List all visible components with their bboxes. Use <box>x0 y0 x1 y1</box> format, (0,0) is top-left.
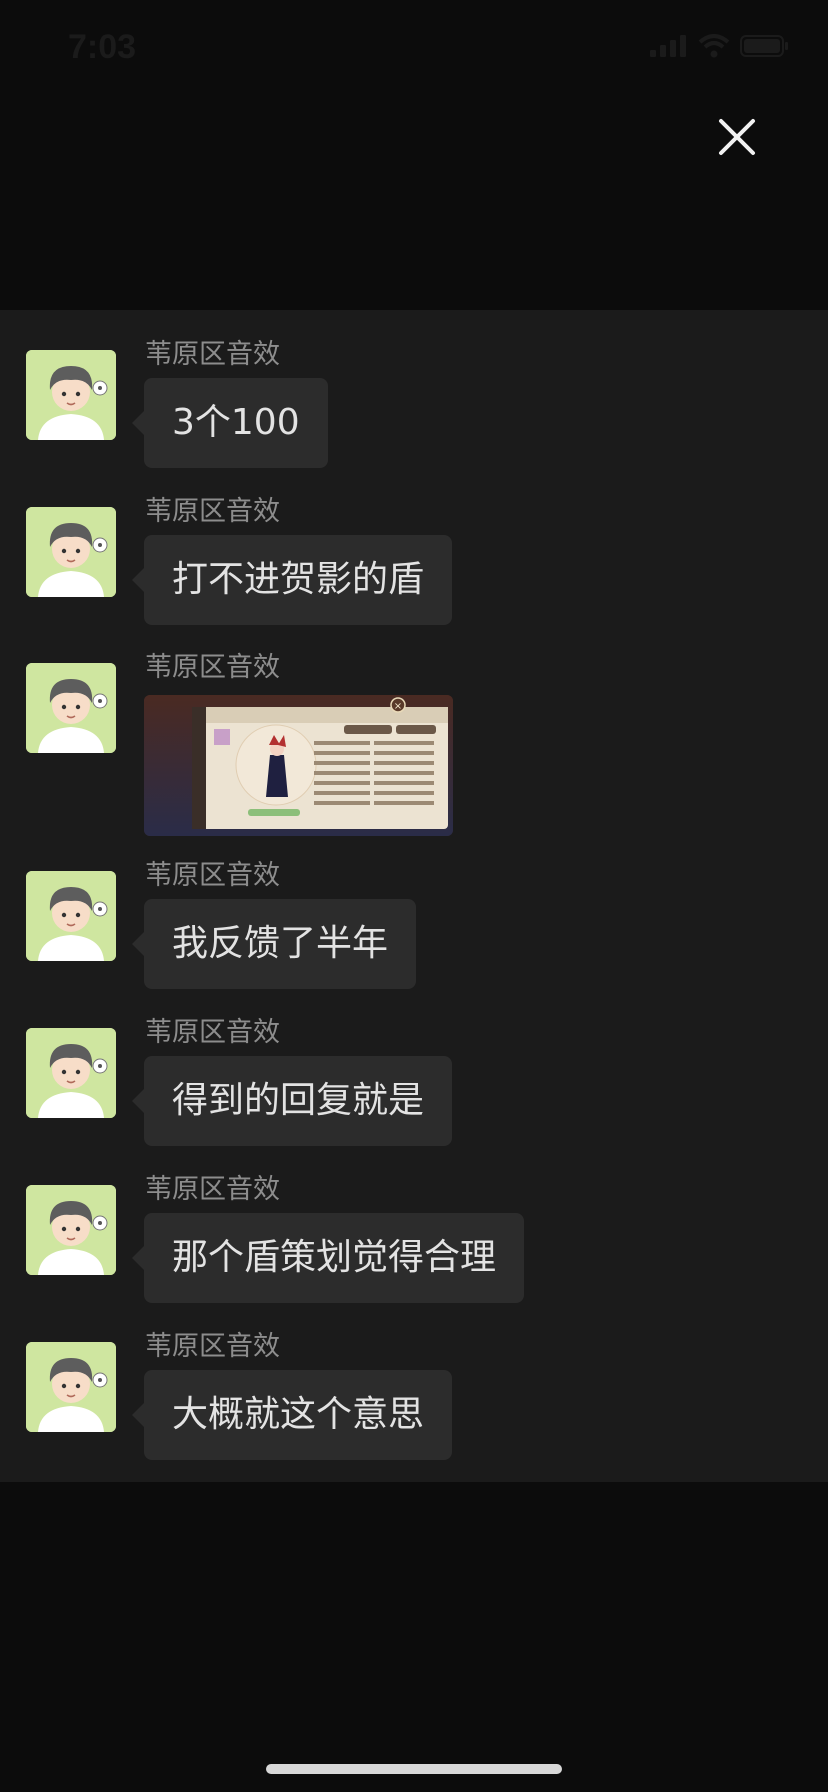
cartoon-boy-avatar[interactable] <box>26 1185 116 1275</box>
status-time: 7:03 <box>68 28 137 66</box>
sender-name: 苇原区音效 <box>145 1017 280 1048</box>
home-indicator[interactable] <box>266 1764 562 1774</box>
status-bar: 7:03 <box>0 0 828 100</box>
sender-name: 苇原区音效 <box>145 1331 280 1362</box>
message-bubble[interactable]: 大概就这个意思 <box>131 1370 453 1460</box>
game-screenshot-thumbnail[interactable]: × <box>144 695 453 836</box>
sender-name: 苇原区音效 <box>145 1174 280 1205</box>
chat-history-panel[interactable]: 苇原区音效 3个100 苇原区音效 打不进贺影的盾 苇原区音效 × 苇原区音效 … <box>0 310 828 1482</box>
sender-name: 苇原区音效 <box>145 860 280 891</box>
close-icon <box>719 119 755 155</box>
message-bubble[interactable]: 得到的回复就是 <box>131 1056 453 1146</box>
wifi-icon <box>698 34 730 58</box>
message-bubble[interactable]: 打不进贺影的盾 <box>131 535 453 625</box>
message-bubble[interactable]: 3个100 <box>132 378 328 468</box>
cellular-signal-icon <box>650 35 686 57</box>
cartoon-boy-avatar[interactable] <box>26 663 116 753</box>
sender-name: 苇原区音效 <box>145 496 280 527</box>
cartoon-boy-avatar[interactable] <box>26 1342 116 1432</box>
message-bubble[interactable]: 那个盾策划觉得合理 <box>131 1213 525 1303</box>
battery-icon <box>740 35 788 57</box>
cartoon-boy-avatar[interactable] <box>26 1028 116 1118</box>
cartoon-boy-avatar[interactable] <box>26 871 116 961</box>
status-icons <box>650 34 790 58</box>
close-button[interactable] <box>712 112 762 162</box>
cartoon-boy-avatar[interactable] <box>26 350 116 440</box>
cartoon-boy-avatar[interactable] <box>26 507 116 597</box>
sender-name: 苇原区音效 <box>145 652 280 683</box>
svg-text:×: × <box>394 701 402 712</box>
sender-name: 苇原区音效 <box>145 339 280 370</box>
message-bubble[interactable]: 我反馈了半年 <box>131 899 417 989</box>
